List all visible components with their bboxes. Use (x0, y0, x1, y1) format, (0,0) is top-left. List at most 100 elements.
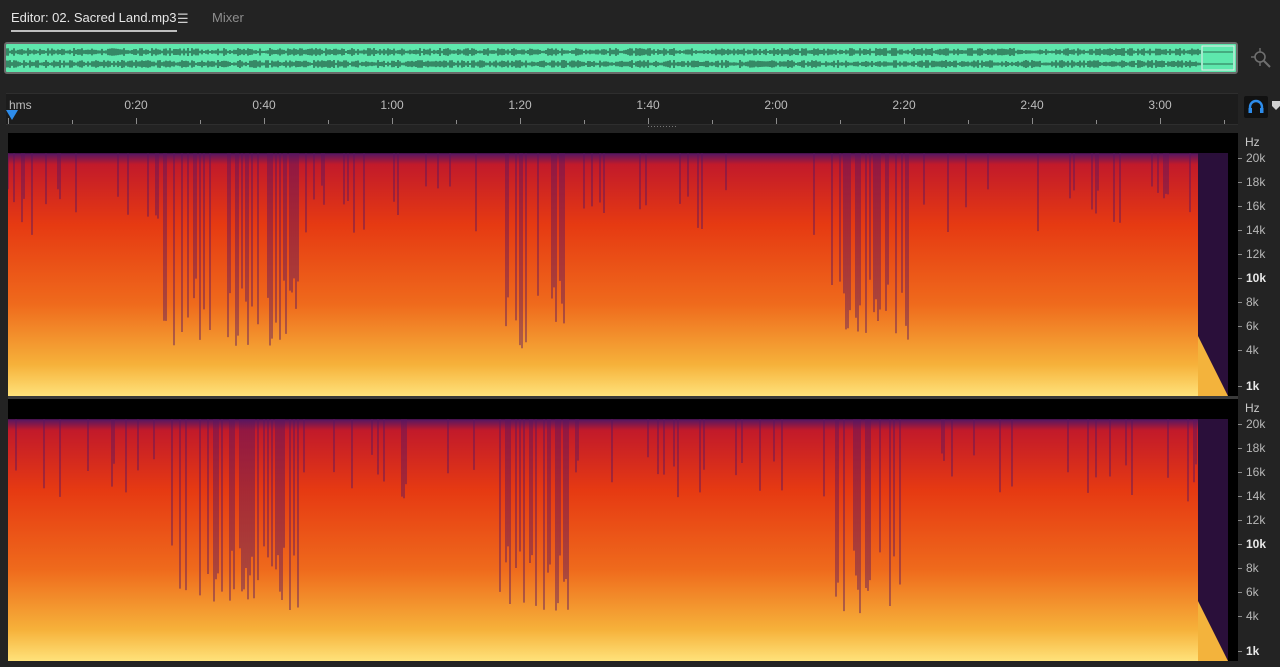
spectrogram-left (8, 133, 1238, 396)
frequency-label: 1k (1246, 379, 1260, 393)
overview-waveform-lane (6, 48, 1235, 56)
time-tick (968, 120, 969, 124)
frequency-axis-right: Hz 20k 18k 16k 14k 12k 10k 8k 6k 4k 1k (1238, 399, 1280, 661)
frequency-label: 16k (1246, 465, 1266, 479)
frequency-label: 20k (1246, 151, 1266, 165)
frequency-tick (1238, 206, 1242, 207)
overview-waveform (6, 45, 1235, 71)
frequency-tick (1238, 496, 1242, 497)
spectrogram-channel-right[interactable] (8, 399, 1238, 661)
frequency-axis-left: Hz 20k 18k 16k 14k 12k 10k 8k 6k 4k 1k (1238, 133, 1280, 396)
frequency-tick (1238, 651, 1242, 652)
frequency-tick (1238, 544, 1242, 545)
time-label: 2:00 (764, 98, 788, 112)
frequency-unit-label: Hz (1245, 135, 1260, 149)
time-label: 1:40 (636, 98, 660, 112)
frequency-tick (1238, 592, 1242, 593)
frequency-label: 1k (1246, 644, 1260, 658)
hamburger-menu-icon[interactable]: ☰ (177, 10, 189, 28)
frequency-tick (1238, 230, 1242, 231)
time-tick (584, 120, 585, 124)
tab-mixer-label: Mixer (212, 10, 244, 25)
frequency-tick (1238, 302, 1242, 303)
frequency-tick (1238, 158, 1242, 159)
tab-editor-label: Editor: 02. Sacred Land.mp3 (11, 10, 177, 25)
frequency-tick (1238, 520, 1242, 521)
frequency-label: 6k (1246, 319, 1259, 333)
time-tick (264, 118, 265, 124)
panel-bottom-edge (0, 661, 1280, 667)
spectrogram-energy-field (8, 133, 1198, 396)
frequency-tick (1238, 568, 1242, 569)
frequency-label: 8k (1246, 295, 1259, 309)
time-tick (8, 118, 9, 124)
time-ruler[interactable]: hms 0:20 0:40 1:00 1:20 1:40 2:00 2:20 2:40 3:00 (6, 93, 1238, 125)
frequency-unit-label: Hz (1245, 401, 1260, 415)
time-tick (776, 118, 777, 124)
spectrogram-nyquist-band (8, 399, 1238, 419)
frequency-label: 16k (1246, 199, 1266, 213)
frequency-label: 14k (1246, 223, 1266, 237)
spectrogram-right (8, 399, 1238, 661)
time-tick (328, 120, 329, 124)
waveform-overview-navigator[interactable] (4, 42, 1238, 74)
frequency-tick (1238, 424, 1242, 425)
time-label: 1:20 (508, 98, 532, 112)
time-tick (520, 118, 521, 124)
frequency-label: 12k (1246, 513, 1266, 527)
time-tick (712, 120, 713, 124)
panel-tab-bar: Editor: 02. Sacred Land.mp3 ☰ Mixer (0, 0, 1280, 36)
frequency-label: 18k (1246, 175, 1266, 189)
time-label: 2:20 (892, 98, 916, 112)
frequency-label: 20k (1246, 417, 1266, 431)
time-label: 2:40 (1020, 98, 1044, 112)
frequency-tick (1238, 254, 1242, 255)
time-tick (1096, 120, 1097, 124)
frequency-tick (1238, 278, 1242, 279)
time-tick (840, 120, 841, 124)
marker-button[interactable] (1270, 96, 1280, 118)
frequency-label: 6k (1246, 585, 1259, 599)
frequency-label: 8k (1246, 561, 1259, 575)
frequency-tick (1238, 326, 1242, 327)
frequency-tick (1238, 448, 1242, 449)
time-label: 1:00 (380, 98, 404, 112)
time-label: 3:00 (1148, 98, 1172, 112)
frequency-label: 10k (1246, 537, 1267, 551)
headphones-icon (1248, 99, 1264, 113)
tab-editor[interactable]: Editor: 02. Sacred Land.mp3 ☰ (11, 9, 189, 32)
overview-viewport-frame (1201, 45, 1235, 71)
audition-editor-window: Editor: 02. Sacred Land.mp3 ☰ Mixer hms … (0, 0, 1280, 667)
time-label: 0:20 (124, 98, 148, 112)
frequency-label: 10k (1246, 271, 1267, 285)
frequency-tick (1238, 616, 1242, 617)
time-tick (904, 118, 905, 124)
time-tick (392, 118, 393, 124)
zoom-crosshair-icon[interactable] (1250, 47, 1272, 69)
spectrogram-channel-left[interactable] (8, 133, 1238, 396)
time-tick (136, 118, 137, 124)
time-tick (200, 120, 201, 124)
time-tick (456, 120, 457, 124)
frequency-label: 4k (1246, 343, 1259, 357)
frequency-tick (1238, 472, 1242, 473)
tab-mixer[interactable]: Mixer (212, 9, 244, 29)
time-tick (648, 118, 649, 124)
time-tick (1032, 118, 1033, 124)
channel-splitter-grip[interactable] (648, 125, 678, 129)
time-tick (1224, 120, 1225, 124)
active-tab-underline (11, 30, 177, 32)
frequency-tick (1238, 386, 1242, 387)
frequency-label: 4k (1246, 609, 1259, 623)
spectrogram-nyquist-band (8, 133, 1238, 153)
marker-icon (1272, 101, 1280, 110)
frequency-label: 12k (1246, 247, 1266, 261)
frequency-tick (1238, 350, 1242, 351)
time-label: 0:40 (252, 98, 276, 112)
overview-waveform-lane (6, 60, 1235, 68)
time-tick (72, 120, 73, 124)
headphones-button[interactable] (1244, 96, 1268, 118)
frequency-tick (1238, 182, 1242, 183)
frequency-label: 18k (1246, 441, 1266, 455)
time-tick (1160, 118, 1161, 124)
